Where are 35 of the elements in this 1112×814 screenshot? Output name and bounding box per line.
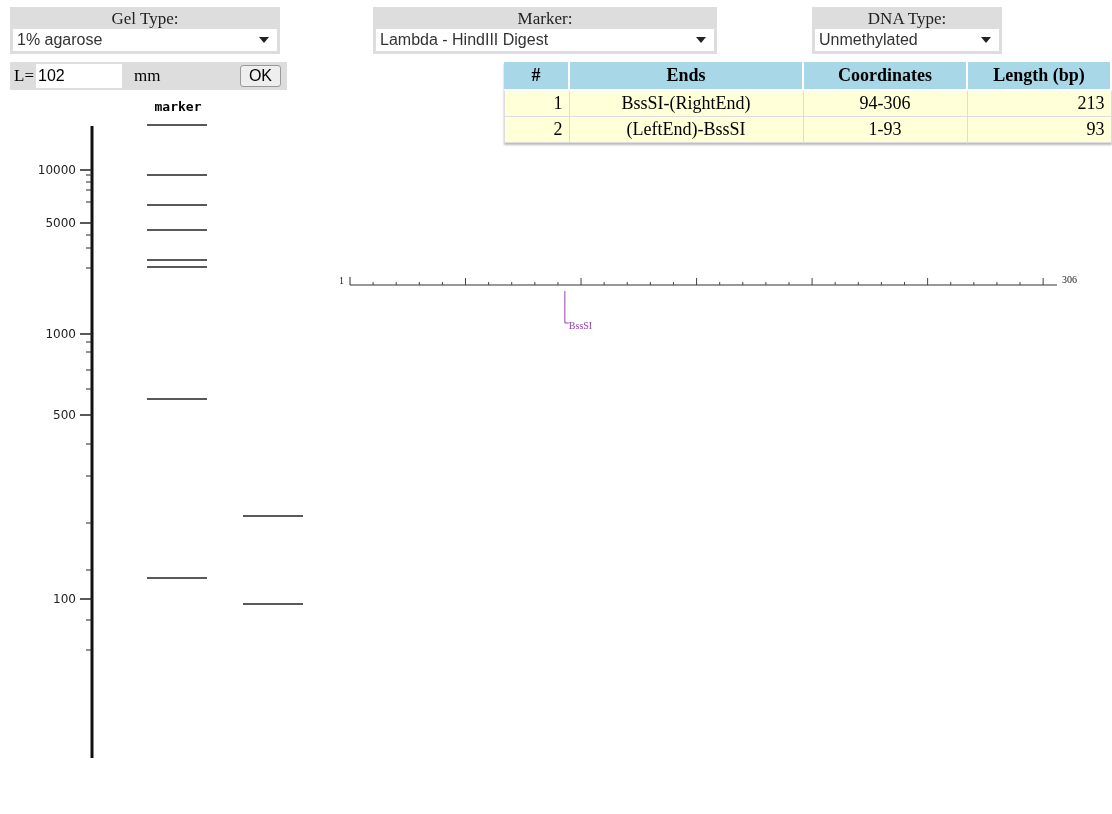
axis-label: 10000 xyxy=(37,163,76,177)
site-label: BssSI xyxy=(568,320,593,331)
table-cell: 94-306 xyxy=(803,90,967,117)
site-marker xyxy=(564,290,570,324)
table-cell: (LeftEnd)-BssSI xyxy=(569,116,803,143)
selector-label: Marker: xyxy=(517,9,573,29)
lane-label: marker xyxy=(154,99,202,114)
unit-label: mm xyxy=(134,66,162,86)
dropdown[interactable]: Lambda - HindIII Digest xyxy=(376,29,714,51)
selector-label: DNA Type: xyxy=(867,9,947,29)
map-end-label: 306 xyxy=(1062,274,1077,285)
column-header: # xyxy=(504,62,569,90)
table-cell: BssSI-(RightEnd) xyxy=(569,90,803,117)
dropdown[interactable]: 1% agarose xyxy=(13,29,277,51)
axis-label: 500 xyxy=(53,408,76,422)
table-cell: 2 xyxy=(504,116,569,143)
table-cell: 93 xyxy=(967,116,1111,143)
table-cell: 1-93 xyxy=(803,116,967,143)
caret-icon xyxy=(259,37,269,43)
length-label: L= xyxy=(14,66,34,86)
axis-label: 1000 xyxy=(45,327,76,341)
table-cell: 1 xyxy=(504,90,569,117)
column-header: Ends xyxy=(569,62,803,90)
caret-icon xyxy=(696,37,706,43)
column-header: Length (bp) xyxy=(967,62,1111,90)
map-start-label: 1 xyxy=(339,275,344,286)
caret-icon xyxy=(981,37,991,43)
axis-label: 100 xyxy=(53,592,76,606)
table-cell: 213 xyxy=(967,90,1111,117)
axis-label: 5000 xyxy=(45,216,76,230)
ok-button[interactable]: OK xyxy=(239,65,281,87)
dropdown[interactable]: Unmethylated xyxy=(815,29,999,51)
selector-label: Gel Type: xyxy=(111,9,179,29)
column-header: Coordinates xyxy=(803,62,967,90)
length-field[interactable]: 102 xyxy=(36,64,122,88)
